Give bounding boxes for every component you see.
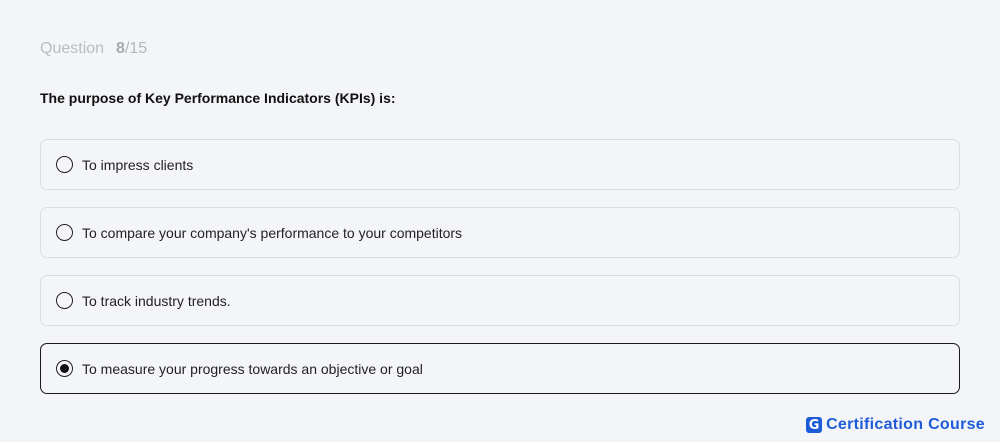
question-current: 8 bbox=[116, 40, 125, 57]
question-text: The purpose of Key Performance Indicator… bbox=[40, 90, 396, 106]
options-list: To impress clients To compare your compa… bbox=[40, 139, 960, 411]
option-label: To track industry trends. bbox=[82, 292, 231, 309]
radio-icon[interactable] bbox=[56, 156, 73, 173]
radio-icon[interactable] bbox=[56, 292, 73, 309]
radio-selected-dot bbox=[60, 364, 69, 373]
question-number: 8/15 bbox=[116, 40, 147, 58]
brand-name: Certification Course bbox=[826, 416, 985, 433]
option-label: To compare your company's performance to… bbox=[82, 224, 463, 241]
option-1[interactable]: To impress clients bbox=[40, 139, 960, 190]
brand: G Certification Course bbox=[806, 416, 985, 434]
radio-icon[interactable] bbox=[56, 224, 73, 241]
option-3[interactable]: To track industry trends. bbox=[40, 275, 960, 326]
option-2[interactable]: To compare your company's performance to… bbox=[40, 207, 960, 258]
option-label: To measure your progress towards an obje… bbox=[82, 360, 423, 377]
option-label: To impress clients bbox=[82, 156, 194, 173]
question-counter: Question 8/15 bbox=[40, 40, 147, 58]
question-total: /15 bbox=[124, 40, 148, 57]
option-4[interactable]: To measure your progress towards an obje… bbox=[40, 343, 960, 394]
question-label: Question bbox=[40, 40, 105, 57]
radio-icon[interactable] bbox=[56, 360, 73, 377]
brand-logo-icon: G bbox=[806, 417, 823, 433]
